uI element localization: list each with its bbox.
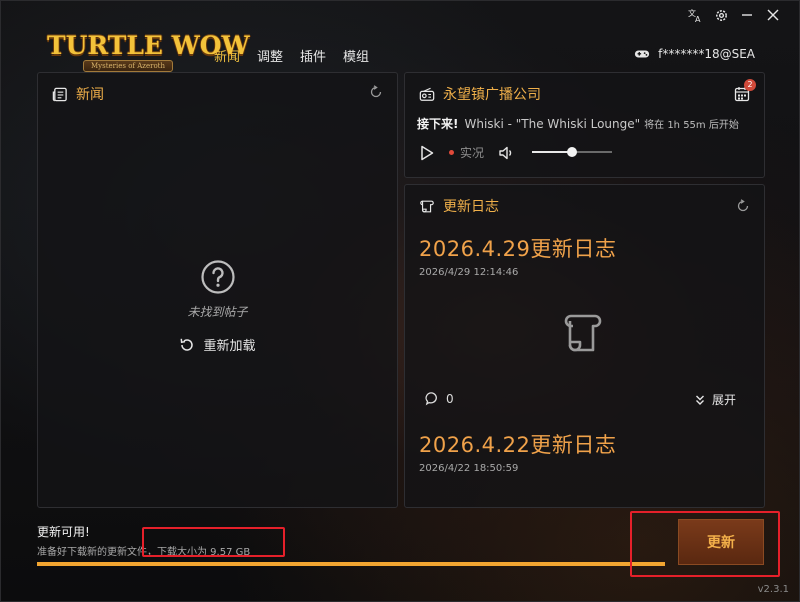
radio-title: 永望镇广播公司 [443,87,541,103]
volume-icon[interactable] [498,145,514,161]
changelog-panel: 更新日志 2026.4.29更新日志 2026/4/29 12:14:46 0 … [404,184,765,508]
logo-subtitle: Mysteries of Azeroth [83,60,173,72]
up-next: 接下来! Whiski - "The Whiski Lounge" 将在 1h 55… [417,115,739,132]
changelog-entry-title[interactable]: 2026.4.22更新日志 [419,429,616,459]
main-nav: 新闻 调整 插件 模组 [214,46,369,65]
volume-slider[interactable] [532,147,612,157]
radio-icon [419,86,435,102]
close-icon[interactable] [765,7,781,23]
up-next-starts: 将在 1h 55m 后开始 [644,120,739,131]
logo-word: TURTLE WOW [47,31,250,60]
live-dot [449,150,454,155]
changelog-entry-title[interactable]: 2026.4.29更新日志 [419,233,616,263]
translate-icon[interactable]: 文A [687,7,703,23]
radio-player: 实况 [419,144,514,161]
radio-panel: 永望镇广播公司 2 接下来! Whiski - "The Whiski Loung… [404,72,765,178]
update-available-title: 更新可用! [37,525,90,539]
minimize-icon[interactable] [739,7,755,23]
update-button[interactable]: 更新 [678,519,764,565]
volume-slider-knob[interactable] [567,147,577,157]
chevrons-down-icon [695,395,704,405]
no-posts-message: 未找到帖子 [187,305,248,319]
highlight-box-size [142,527,285,557]
account-info[interactable]: f*******18@SEA [634,46,755,62]
reload-button[interactable]: 重新加载 [179,335,256,354]
comments-count[interactable]: 0 [425,391,454,406]
version-label: v2.3.1 [757,584,789,595]
volume-slider-fill [532,151,572,153]
changelog-entry-date: 2026/4/22 18:50:59 [419,463,519,474]
comments-value: 0 [446,391,454,406]
up-next-track: Whiski - "The Whiski Lounge" [464,117,641,131]
nav-news[interactable]: 新闻 [214,46,240,65]
expand-label: 展开 [711,393,736,407]
changelog-entry-date: 2026/4/29 12:14:46 [419,267,519,278]
reload-icon [181,338,194,351]
gear-icon[interactable] [713,7,729,23]
live-label: 实况 [460,146,485,160]
launcher-window: TURTLE WOW Mysteries of Azeroth 新闻 调整 插件… [0,0,800,602]
refresh-icon[interactable] [369,85,383,99]
play-icon[interactable] [419,145,435,161]
newspaper-icon [52,86,68,102]
news-panel: 新闻 未找到帖子 重新加载 [37,72,398,508]
calendar-icon[interactable]: 2 [734,79,756,102]
scroll-placeholder-icon [559,310,605,356]
nav-addons[interactable]: 插件 [300,46,326,65]
radio-header: 永望镇广播公司 [419,84,541,104]
calendar-badge: 2 [744,79,756,91]
news-title: 新闻 [76,87,104,103]
live-status: 实况 [449,144,484,161]
changelog-header: 更新日志 [419,196,499,216]
nav-tweaks[interactable]: 调整 [257,46,283,65]
news-empty-state: 未找到帖子 重新加载 [38,259,397,357]
account-name: f*******18@SEA [658,47,755,61]
changelog-title: 更新日志 [443,199,499,215]
gamepad-icon [634,46,650,62]
reload-label: 重新加载 [203,339,256,354]
scroll-icon [419,198,435,214]
window-controls: 文A [687,7,781,23]
comment-icon [425,392,437,406]
turtle-wow-logo: TURTLE WOW Mysteries of Azeroth [47,31,250,75]
download-progress-bar [37,562,665,566]
question-circle-icon [38,259,397,295]
nav-mods[interactable]: 模组 [343,46,369,65]
up-next-label: 接下来! [417,117,459,131]
svg-text:A: A [695,15,701,23]
refresh-icon[interactable] [736,199,750,213]
news-header: 新闻 [52,84,104,104]
expand-button[interactable]: 展开 [694,391,736,408]
